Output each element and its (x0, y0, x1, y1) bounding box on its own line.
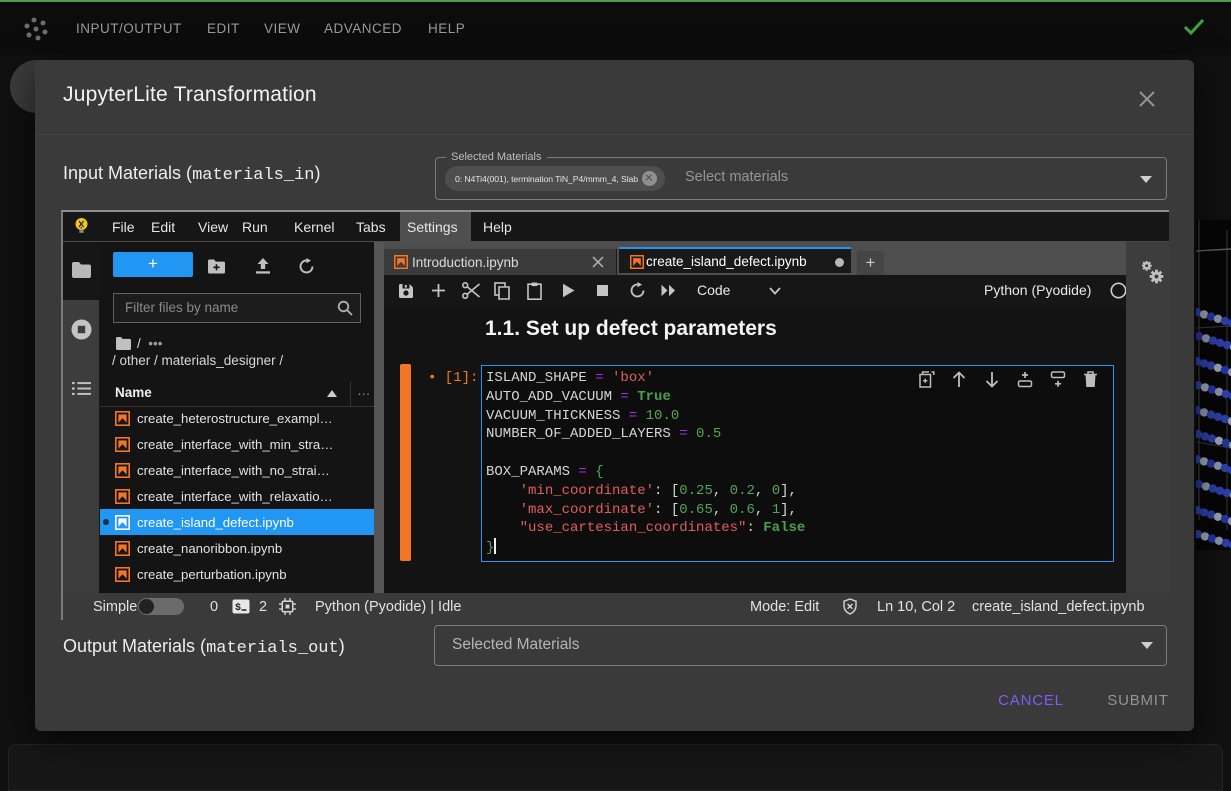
svg-text:$: $ (235, 602, 241, 614)
